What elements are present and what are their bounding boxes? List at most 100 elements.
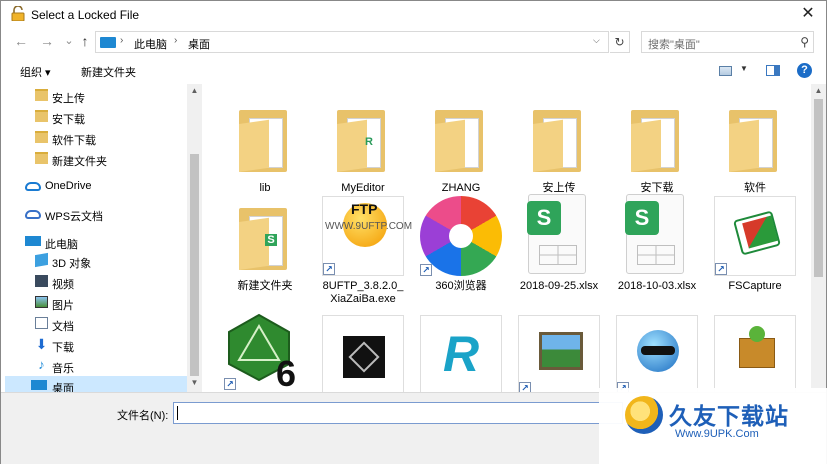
scroll-up-arrow-icon[interactable]: ▲ [811,86,826,95]
file-item-app-dark[interactable] [319,313,407,392]
sidebar-item-software-download[interactable]: 软件下载 [5,128,187,148]
video-icon [35,275,48,287]
sidebar-item-label: 软件下载 [52,135,96,147]
new-folder-button[interactable]: 新建文件夹 [81,64,136,80]
folder-icon: S [239,208,287,270]
folder-icon [35,131,48,143]
scroll-up-arrow-icon[interactable]: ▲ [187,86,202,95]
sidebar-item-3d-objects[interactable]: 3D 对象 [5,251,187,271]
back-button[interactable]: ← [11,31,31,51]
sidebar-item-videos[interactable]: 视频 [5,272,187,292]
folder-icon [435,110,483,172]
spreadsheet-icon: S [527,194,586,274]
sidebar-item-documents[interactable]: 文档 [5,314,187,334]
sidebar-item-label: OneDrive [45,180,92,192]
desktop-icon [31,380,47,390]
sidebar-item-label: 3D 对象 [52,258,92,270]
address-bar[interactable]: › 此电脑 › 桌面 ⌵ [95,31,609,53]
music-icon: ♪ [38,357,45,372]
site-logo-icon [625,396,663,434]
file-list-scrollbar[interactable]: ▲ [811,84,826,392]
shortcut-arrow-icon: ↗ [323,263,335,275]
help-icon[interactable]: ? [797,63,812,78]
file-name: 8UFTP_3.8.2.0_XiaZaiBa.exe [322,280,404,305]
breadcrumb-desktop[interactable]: 桌面 [188,36,210,52]
fscapture-icon: ↗ [714,196,796,276]
sidebar-item-wps-cloud[interactable]: WPS云文档 [5,204,187,224]
file-name: 新建文件夹 [237,280,293,292]
file-item-fscapture[interactable]: ↗ FSCapture [711,194,799,306]
file-item-upload[interactable]: 安上传 [515,96,603,208]
preview-pane-icon[interactable] [766,65,780,76]
pictures-icon [35,296,48,308]
watermark-url: Www.9UPK.Com [675,428,759,440]
sidebar-item-label: WPS云文档 [45,211,104,223]
file-item-myeditor[interactable]: R MyEditor [319,96,407,208]
file-item-r-app[interactable]: R [417,313,505,392]
chevron-down-icon[interactable]: ▼ [740,64,748,73]
3d-objects-icon [35,252,48,268]
sidebar-scrollbar[interactable]: ▲ ▼ [187,84,202,392]
file-item-360-browser[interactable]: ↗ 360浏览器 [417,194,505,306]
computer-icon [100,37,116,48]
ftp-app-icon: FTP WWW.9UFTP.COM ↗ [322,196,412,276]
sidebar-item-label: 安下载 [52,114,85,126]
file-item-8uftp[interactable]: FTP WWW.9UFTP.COM ↗ 8UFTP_3.8.2.0_XiaZai… [319,194,412,306]
file-item-zhang[interactable]: ZHANG [417,96,505,208]
scrollbar-thumb[interactable] [190,154,199,376]
forward-button[interactable]: → [37,31,57,51]
file-name: 360浏览器 [435,280,487,292]
shortcut-arrow-icon: ↗ [519,382,531,392]
file-item-photo-app[interactable]: ↗ [515,313,603,392]
app-icon: ↗ [616,315,698,392]
search-input[interactable]: 搜索"桌面" ⚲ [641,31,814,53]
sidebar-item-label: 新建文件夹 [52,156,107,168]
filename-input[interactable] [173,402,623,424]
downloads-icon: ⬇ [35,336,48,352]
sidebar-item-music[interactable]: ♪ 音乐 [5,356,187,376]
scrollbar-thumb[interactable] [814,99,823,277]
sidebar-item-label: 视频 [52,279,74,291]
360-browser-icon: ↗ [420,196,502,276]
sidebar-item-label: 桌面 [52,383,74,392]
computer-icon [25,236,41,246]
navigation-bar: ← → ⌄ ↑ › 此电脑 › 桌面 ⌵ ↻ 搜索"桌面" ⚲ [1,28,826,56]
package-icon [714,315,796,392]
sidebar-item-pictures[interactable]: 图片 [5,293,187,313]
up-button[interactable]: ↑ [75,31,95,51]
sidebar-item-download[interactable]: 安下载 [5,107,187,127]
file-item-box-app[interactable] [711,313,799,392]
watermark-title: 久友下载站 [669,403,789,429]
file-item-green-app[interactable]: 6 ↗ [221,310,309,392]
shortcut-arrow-icon: ↗ [224,378,236,390]
sidebar-item-upload[interactable]: 安上传 [5,86,187,106]
file-item-sunglasses-app[interactable]: ↗ [613,313,701,392]
breadcrumb-this-pc[interactable]: 此电脑 [134,36,167,52]
file-list: lib R MyEditor ZHANG 安上传 安下载 软件 S 新建文件夹 [204,84,811,392]
file-item-download[interactable]: 安下载 [613,96,701,208]
view-mode-icon[interactable] [719,66,732,76]
documents-icon [35,317,48,329]
sidebar-item-label: 文档 [52,321,74,333]
folder-icon [729,110,777,172]
scroll-down-arrow-icon[interactable]: ▼ [187,378,202,387]
sidebar-item-desktop[interactable]: 桌面 [5,376,187,392]
sidebar-item-onedrive[interactable]: OneDrive [5,176,187,196]
file-item-lib[interactable]: lib [221,96,309,208]
chevron-down-icon[interactable]: ⌵ [593,35,600,46]
sidebar-item-this-pc[interactable]: 此电脑 [5,232,187,252]
file-item-xlsx-1003[interactable]: S 2018-10-03.xlsx [613,194,701,306]
file-name: 2018-09-25.xlsx [519,280,599,292]
refresh-button[interactable]: ↻ [610,31,630,53]
sidebar-item-downloads[interactable]: ⬇ 下载 [5,335,187,355]
text-caret [177,406,178,420]
sidebar-item-new-folder[interactable]: 新建文件夹 [5,149,187,169]
file-item-xlsx-0925[interactable]: S 2018-09-25.xlsx [515,194,603,306]
sidebar-item-label: 安上传 [52,93,85,105]
search-placeholder: 搜索"桌面" [648,39,700,51]
organize-button[interactable]: 组织 ▾ [20,64,51,80]
file-item-software[interactable]: 软件 [711,96,799,208]
file-item-new-folder[interactable]: S 新建文件夹 [221,194,309,306]
close-button[interactable]: ✕ [796,3,820,25]
app-icon: R [420,315,502,392]
